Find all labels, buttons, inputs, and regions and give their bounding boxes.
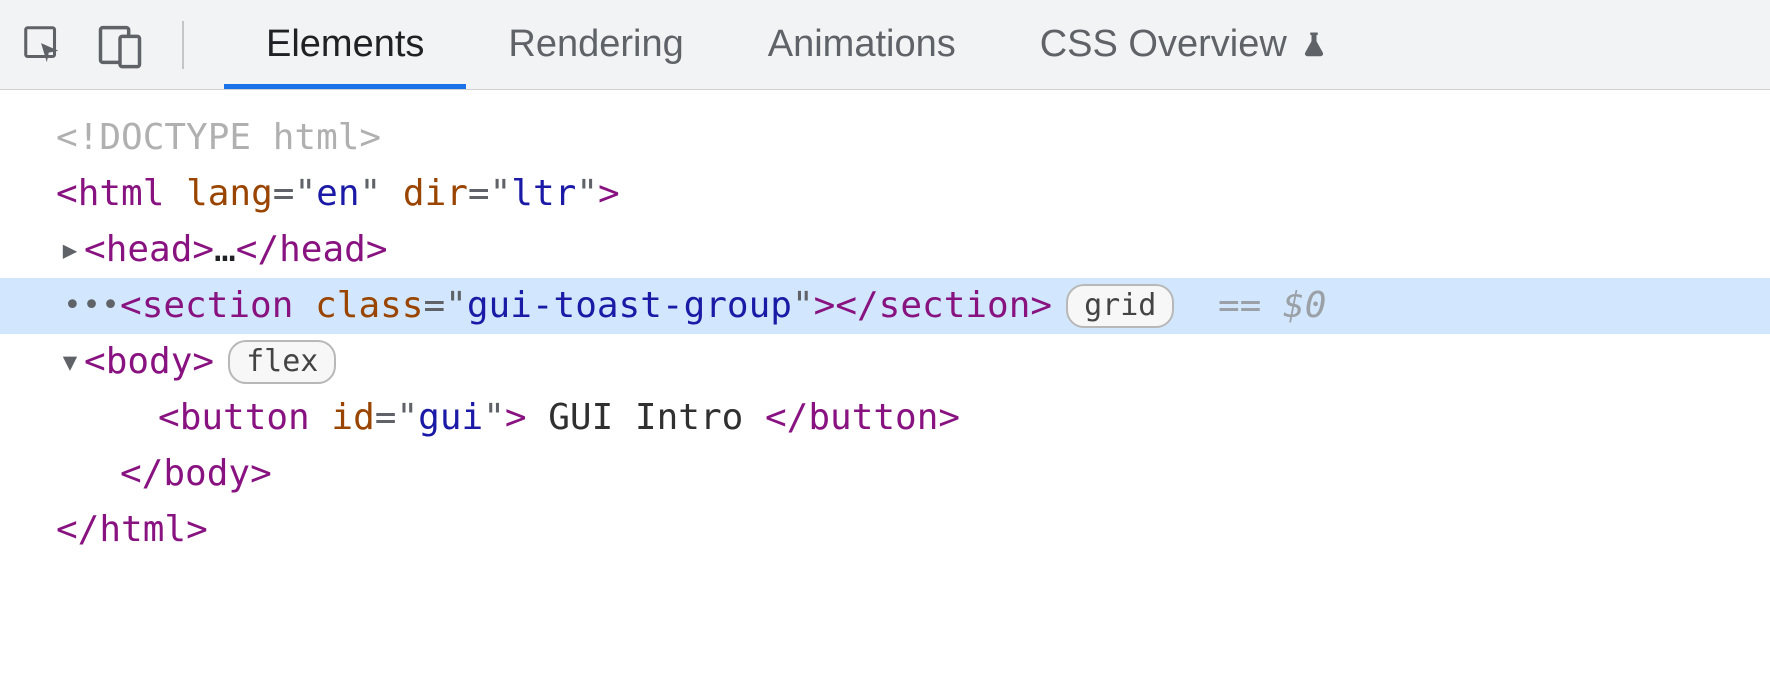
toolbar-divider — [182, 21, 184, 69]
dom-node-body-open[interactable]: ▼<body>flex — [0, 334, 1770, 390]
tab-label: Animations — [768, 23, 956, 66]
toolbar-icons — [20, 19, 146, 71]
collapse-arrow-icon[interactable]: ▼ — [56, 334, 84, 390]
tab-label: Rendering — [508, 23, 683, 66]
devtools-toolbar: Elements Rendering Animations CSS Overvi… — [0, 0, 1770, 90]
device-toggle-icon[interactable] — [94, 19, 146, 71]
tab-strip: Elements Rendering Animations CSS Overvi… — [224, 0, 1371, 89]
dom-tree[interactable]: <!DOCTYPE html> <html lang="en" dir="ltr… — [0, 90, 1770, 578]
selection-reference: == $0 — [1196, 278, 1326, 334]
inspect-element-icon[interactable] — [20, 22, 66, 68]
doctype-text: <!DOCTYPE html> — [56, 110, 381, 166]
dom-node-section-selected[interactable]: •••<section class="gui-toast-group"></se… — [0, 278, 1770, 334]
layout-badge-grid[interactable]: grid — [1066, 284, 1174, 328]
tab-elements[interactable]: Elements — [224, 0, 466, 89]
dom-doctype[interactable]: <!DOCTYPE html> — [0, 110, 1770, 166]
experiment-icon — [1299, 30, 1329, 60]
dom-node-html-open[interactable]: <html lang="en" dir="ltr"> — [0, 166, 1770, 222]
tab-label: CSS Overview — [1040, 23, 1287, 66]
dom-node-body-close[interactable]: </body> — [0, 446, 1770, 502]
expand-arrow-icon[interactable]: ▶ — [56, 222, 84, 278]
row-actions-icon[interactable]: ••• — [64, 278, 120, 334]
tab-rendering[interactable]: Rendering — [466, 0, 725, 89]
dom-node-button[interactable]: <button id="gui"> GUI Intro </button> — [0, 390, 1770, 446]
dom-node-head[interactable]: ▶<head>…</head> — [0, 222, 1770, 278]
tab-animations[interactable]: Animations — [726, 0, 998, 89]
tab-css-overview[interactable]: CSS Overview — [998, 0, 1371, 89]
layout-badge-flex[interactable]: flex — [228, 340, 336, 384]
dom-node-html-close[interactable]: </html> — [0, 502, 1770, 558]
tab-label: Elements — [266, 23, 424, 66]
